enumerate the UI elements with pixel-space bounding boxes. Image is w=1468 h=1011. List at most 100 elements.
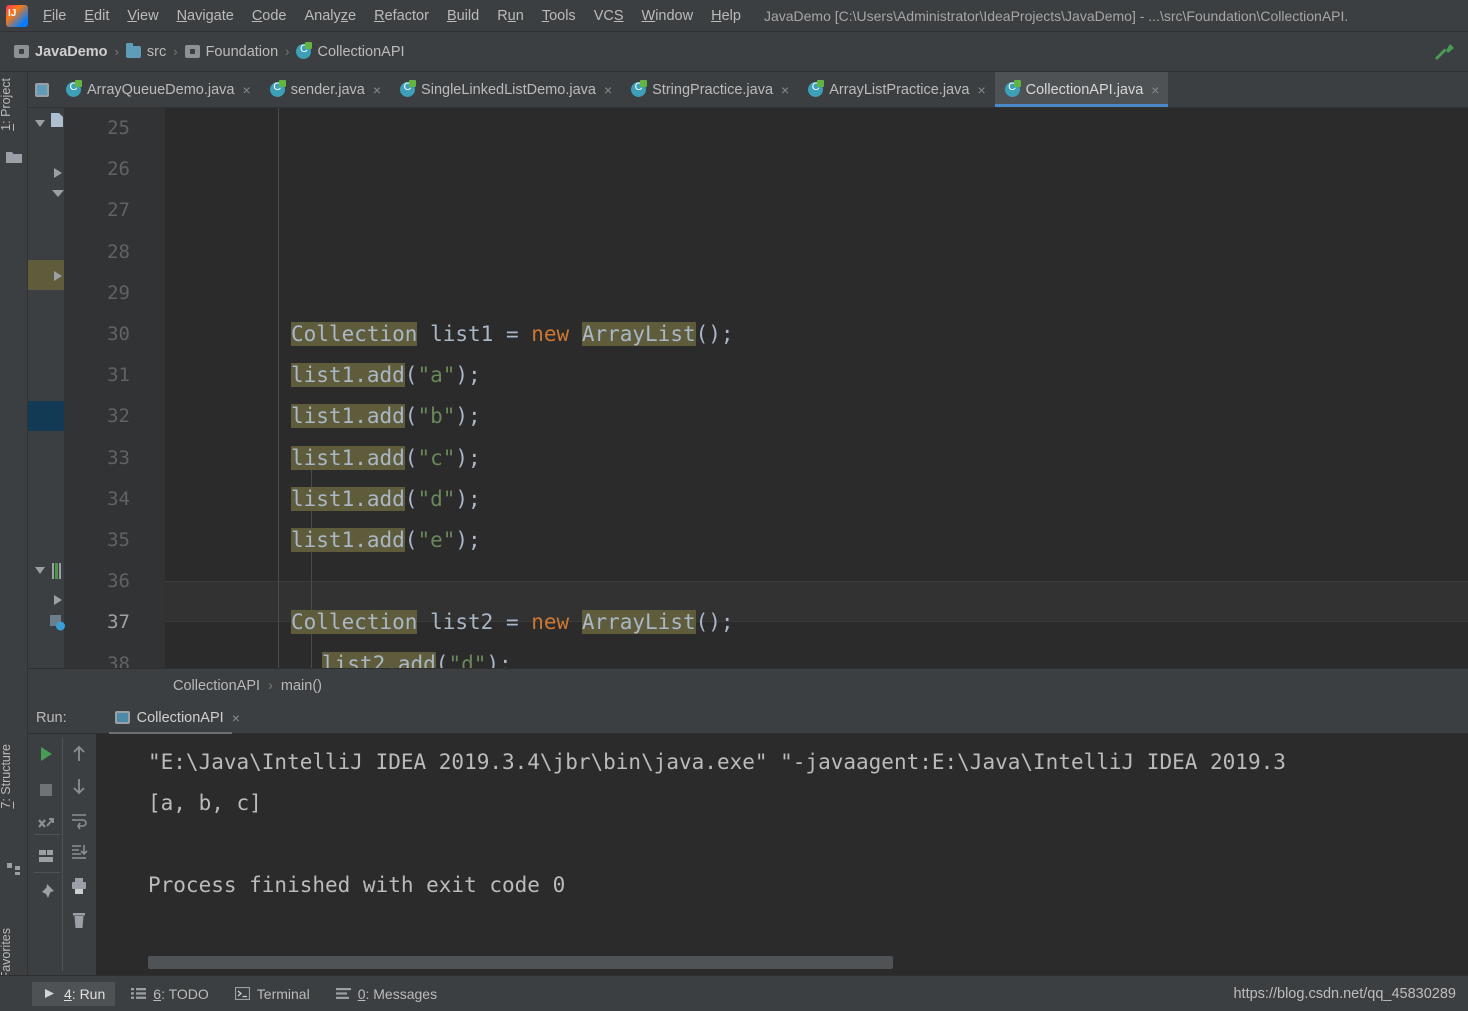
tool-window-button-structure[interactable]: 7: Structure bbox=[0, 744, 27, 809]
play-icon[interactable] bbox=[36, 744, 56, 764]
stop-square-icon[interactable] bbox=[36, 780, 56, 800]
run-tab-collectionapi[interactable]: CollectionAPI × bbox=[108, 706, 246, 735]
menu-navigate[interactable]: Navigate bbox=[168, 4, 243, 28]
code-text-area[interactable]: Collection list1 = new ArrayList(); list1… bbox=[165, 108, 1468, 668]
arrow-down-icon[interactable] bbox=[70, 776, 88, 796]
code-line[interactable] bbox=[165, 273, 1468, 314]
code-token: list2 = bbox=[417, 610, 532, 635]
hide-tabs-toggle[interactable] bbox=[28, 72, 56, 107]
menu-help[interactable]: Help bbox=[702, 4, 750, 28]
java-class-icon bbox=[808, 80, 825, 97]
code-line[interactable]: list1.add("b"); bbox=[165, 396, 1468, 437]
menu-build[interactable]: Build bbox=[438, 4, 488, 28]
code-line[interactable]: list1.add("e"); bbox=[165, 520, 1468, 561]
code-token: ( bbox=[404, 527, 418, 552]
rerun-tests-icon[interactable] bbox=[36, 814, 56, 834]
line-number: 36 bbox=[107, 570, 130, 593]
console-output[interactable]: "E:\Java\IntelliJ IDEA 2019.3.4\jbr\bin\… bbox=[96, 734, 1468, 975]
scroll-to-end-icon[interactable] bbox=[70, 842, 88, 862]
close-icon[interactable]: × bbox=[781, 82, 789, 98]
console-horizontal-scrollbar[interactable] bbox=[148, 956, 893, 969]
close-icon[interactable]: × bbox=[977, 82, 985, 98]
folder-icon bbox=[125, 42, 141, 58]
status-bar-button-terminal[interactable]: Terminal bbox=[225, 982, 320, 1006]
soft-wrap-icon[interactable] bbox=[70, 810, 88, 830]
menu-view[interactable]: View bbox=[118, 4, 167, 28]
layout-icon[interactable] bbox=[36, 846, 56, 866]
menu-edit[interactable]: Edit bbox=[75, 4, 118, 28]
code-line[interactable]: list1.add("c"); bbox=[165, 438, 1468, 479]
close-icon[interactable]: × bbox=[604, 82, 612, 98]
hammer-icon[interactable] bbox=[1430, 40, 1458, 64]
code-token: "a" bbox=[417, 363, 456, 388]
run-toolbar bbox=[28, 734, 96, 975]
menu-code[interactable]: Code bbox=[243, 4, 296, 28]
editor-tab-arraylistpractice[interactable]: ArrayListPractice.java × bbox=[798, 72, 994, 107]
line-number: 26 bbox=[107, 158, 130, 181]
breadcrumb-label: Foundation bbox=[205, 43, 279, 60]
breadcrumb-method[interactable]: main() bbox=[281, 678, 322, 694]
printer-icon[interactable] bbox=[70, 876, 88, 896]
code-token: (); bbox=[695, 610, 734, 635]
menu-tools[interactable]: Tools bbox=[533, 4, 585, 28]
breadcrumb-collectionapi[interactable]: CollectionAPI bbox=[296, 42, 405, 60]
trash-icon[interactable] bbox=[70, 910, 88, 930]
arrow-up-icon[interactable] bbox=[70, 744, 88, 764]
breadcrumb-label: JavaDemo bbox=[35, 43, 108, 60]
code-line[interactable]: Collection list2 = new ArrayList(); bbox=[165, 602, 1468, 643]
java-class-icon bbox=[269, 80, 286, 97]
menu-window[interactable]: Window bbox=[633, 4, 703, 28]
code-token: ( bbox=[404, 404, 418, 429]
run-tab-label: CollectionAPI bbox=[136, 709, 224, 726]
close-icon[interactable]: × bbox=[232, 710, 240, 726]
editor-tab-collectionapi[interactable]: CollectionAPI.java × bbox=[994, 72, 1169, 107]
breadcrumb-foundation[interactable]: Foundation bbox=[184, 43, 279, 60]
editor-tab-singlelinkedlistdemo[interactable]: SingleLinkedListDemo.java × bbox=[390, 72, 621, 107]
status-bar-button-run[interactable]: 4: Run bbox=[32, 981, 116, 1006]
pin-icon[interactable] bbox=[36, 882, 56, 902]
code-line[interactable]: Collection list1 = new ArrayList(); bbox=[165, 314, 1468, 355]
code-editor[interactable]: 25 26 27 28 29 30 31 32 33 34 35 36 37 3… bbox=[28, 108, 1468, 668]
code-line[interactable]: list1.add("a"); bbox=[165, 355, 1468, 396]
code-line[interactable]: list2.add("d"); bbox=[165, 644, 1468, 668]
breadcrumb-separator: › bbox=[114, 44, 119, 59]
menu-vcs[interactable]: VCS bbox=[585, 4, 633, 28]
code-token: list1.add bbox=[291, 527, 405, 552]
close-icon[interactable]: × bbox=[1151, 82, 1159, 98]
breadcrumb-javademo[interactable]: JavaDemo bbox=[14, 44, 108, 60]
structure-icon[interactable] bbox=[6, 862, 22, 876]
menu-analyze[interactable]: Analyze bbox=[296, 4, 366, 28]
status-bar-button-messages[interactable]: 0: Messages bbox=[326, 982, 447, 1006]
menu-refactor[interactable]: Refactor bbox=[365, 4, 438, 28]
editor-breadcrumb-bar: CollectionAPI › main() bbox=[28, 668, 1468, 702]
status-bar-button-todo[interactable]: 6: TODO bbox=[121, 982, 219, 1006]
breadcrumb-src[interactable]: src bbox=[125, 42, 167, 60]
code-token: ArrayList bbox=[581, 322, 696, 346]
code-line[interactable]: list1.add("d"); bbox=[165, 479, 1468, 520]
code-token: "e" bbox=[417, 527, 456, 552]
intellij-idea-logo-icon bbox=[6, 4, 28, 27]
tab-label: ArrayQueueDemo.java bbox=[87, 81, 235, 98]
editor-gutter[interactable]: 25 26 27 28 29 30 31 32 33 34 35 36 37 3… bbox=[28, 108, 165, 668]
menu-run[interactable]: Run bbox=[488, 4, 533, 28]
close-icon[interactable]: × bbox=[373, 82, 381, 98]
line-number: 38 bbox=[107, 652, 130, 668]
run-tool-window-header: Run: CollectionAPI × bbox=[28, 702, 1468, 735]
editor-tab-stringpractice[interactable]: StringPractice.java × bbox=[621, 72, 798, 107]
terminal-icon bbox=[234, 987, 250, 1000]
tool-window-button-project[interactable]: 1: Project bbox=[0, 78, 27, 131]
editor-tab-arrayqueuedemo[interactable]: ArrayQueueDemo.java × bbox=[56, 72, 260, 107]
breadcrumb-separator: › bbox=[285, 44, 290, 59]
close-icon[interactable]: × bbox=[243, 82, 251, 98]
run-panel-label: Run: bbox=[36, 709, 67, 726]
menu-file[interactable]: File bbox=[34, 4, 75, 28]
code-token: list1.add bbox=[291, 486, 405, 511]
breadcrumb-label: src bbox=[146, 43, 167, 60]
code-token: ); bbox=[455, 527, 481, 552]
breadcrumb-class[interactable]: CollectionAPI bbox=[173, 678, 260, 694]
editor-tab-sender[interactable]: sender.java × bbox=[260, 72, 390, 107]
intellij-idea-window: File Edit View Navigate Code Analyze Ref… bbox=[0, 0, 1468, 1011]
project-folder-icon[interactable] bbox=[6, 150, 22, 164]
left-tool-window-strip: 1: Project 7: Structure 2: Favorites bbox=[0, 72, 28, 993]
code-line[interactable] bbox=[165, 561, 1468, 602]
